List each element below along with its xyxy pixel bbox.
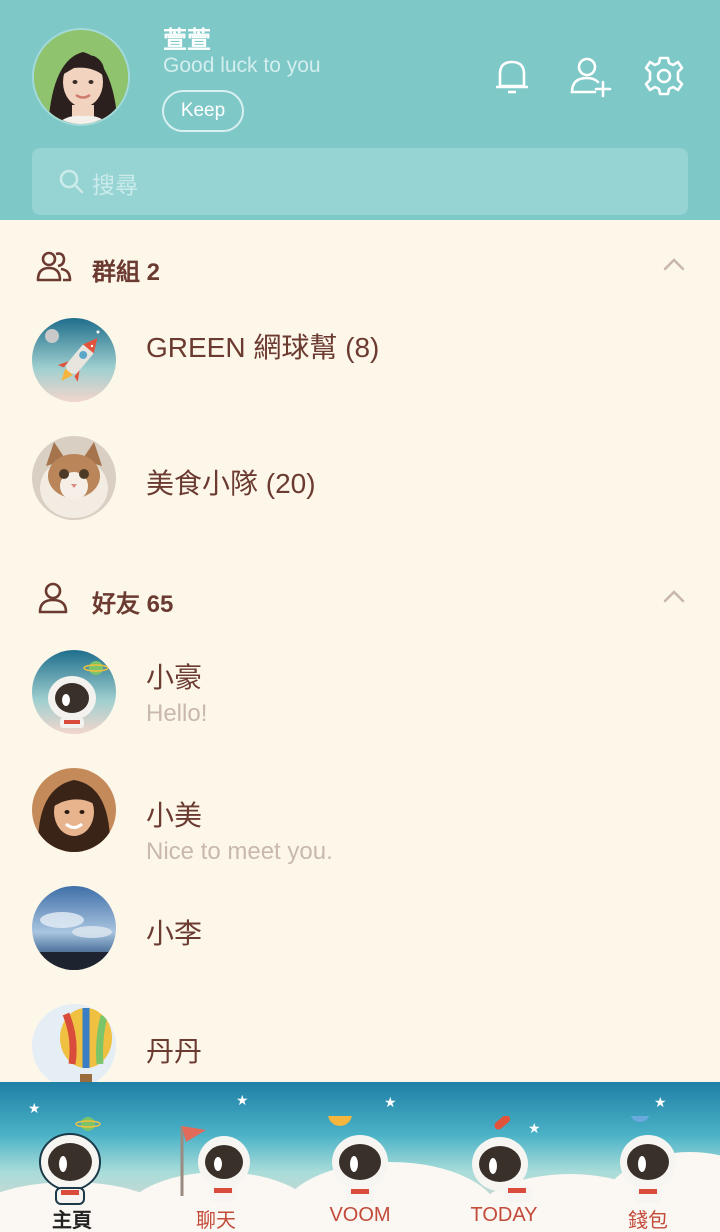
friend-avatar	[32, 650, 116, 734]
profile-status-message: Good luck to you	[163, 54, 321, 77]
tab-wallet[interactable]: 錢包	[576, 1082, 720, 1232]
search-icon	[58, 168, 86, 196]
chevron-up-icon[interactable]	[660, 254, 688, 274]
friend-name: 小美	[146, 800, 203, 831]
astronaut-wallet-icon	[608, 1102, 688, 1210]
friends-section-title: 好友 65	[92, 591, 174, 618]
tab-voom[interactable]: VOOM	[288, 1082, 432, 1232]
friend-status-message: Hello!	[146, 700, 208, 727]
chevron-up-icon[interactable]	[660, 586, 688, 606]
astronaut-voom-icon	[320, 1102, 400, 1210]
astronaut-chats-icon	[176, 1116, 256, 1210]
groups-section-title: 群組 2	[92, 259, 161, 286]
friend-row[interactable]: 小美 Nice to meet you.	[0, 768, 720, 878]
tab-home[interactable]: 主頁	[0, 1082, 144, 1232]
astronaut-home-icon	[32, 1116, 112, 1210]
tab-label: TODAY	[470, 1204, 538, 1226]
tab-chats[interactable]: 聊天	[144, 1082, 288, 1232]
friend-status-message: Nice to meet you.	[146, 838, 333, 865]
bell-icon[interactable]	[490, 54, 534, 98]
friends-section-header[interactable]: 好友 65	[0, 570, 720, 630]
tab-label: 主頁	[52, 1210, 92, 1232]
tab-label: 聊天	[196, 1210, 236, 1232]
friend-avatar	[32, 886, 116, 970]
gear-icon[interactable]	[642, 54, 686, 98]
astronaut-today-icon	[464, 1115, 544, 1210]
group-icon	[36, 248, 72, 284]
groups-section-header[interactable]: 群組 2	[0, 238, 720, 298]
person-icon	[36, 580, 72, 616]
friend-name: 小豪	[146, 662, 203, 693]
group-avatar	[32, 436, 116, 520]
group-row[interactable]: 美食小隊 (20)	[0, 436, 720, 546]
tab-label: 錢包	[628, 1210, 668, 1232]
group-avatar	[32, 318, 116, 402]
tab-today[interactable]: TODAY	[432, 1082, 576, 1232]
keep-button[interactable]: Keep	[162, 90, 244, 132]
friend-name: 丹丹	[146, 1036, 203, 1067]
tab-label: VOOM	[329, 1204, 391, 1226]
friend-name: 小李	[146, 918, 203, 949]
profile-header: 萱萱 Good luck to you Keep 搜尋	[0, 0, 720, 220]
bottom-tab-bar: ★ ★ ★ ★ ★ 主頁 聊天 VOOM TODAY 錢包	[0, 1082, 720, 1232]
group-row[interactable]: GREEN 網球幫 (8)	[0, 318, 720, 428]
profile-name: 萱萱	[163, 27, 211, 54]
search-input[interactable]: 搜尋	[32, 148, 688, 215]
friend-row[interactable]: 小豪 Hello!	[0, 650, 720, 760]
search-placeholder: 搜尋	[92, 172, 138, 198]
friend-avatar	[32, 1004, 116, 1088]
profile-avatar[interactable]	[32, 28, 130, 126]
add-friend-icon[interactable]	[568, 54, 612, 98]
group-name: 美食小隊 (20)	[146, 468, 316, 499]
group-name: GREEN 網球幫 (8)	[146, 332, 380, 363]
friend-avatar	[32, 768, 116, 852]
friend-row[interactable]: 小李	[0, 886, 720, 996]
